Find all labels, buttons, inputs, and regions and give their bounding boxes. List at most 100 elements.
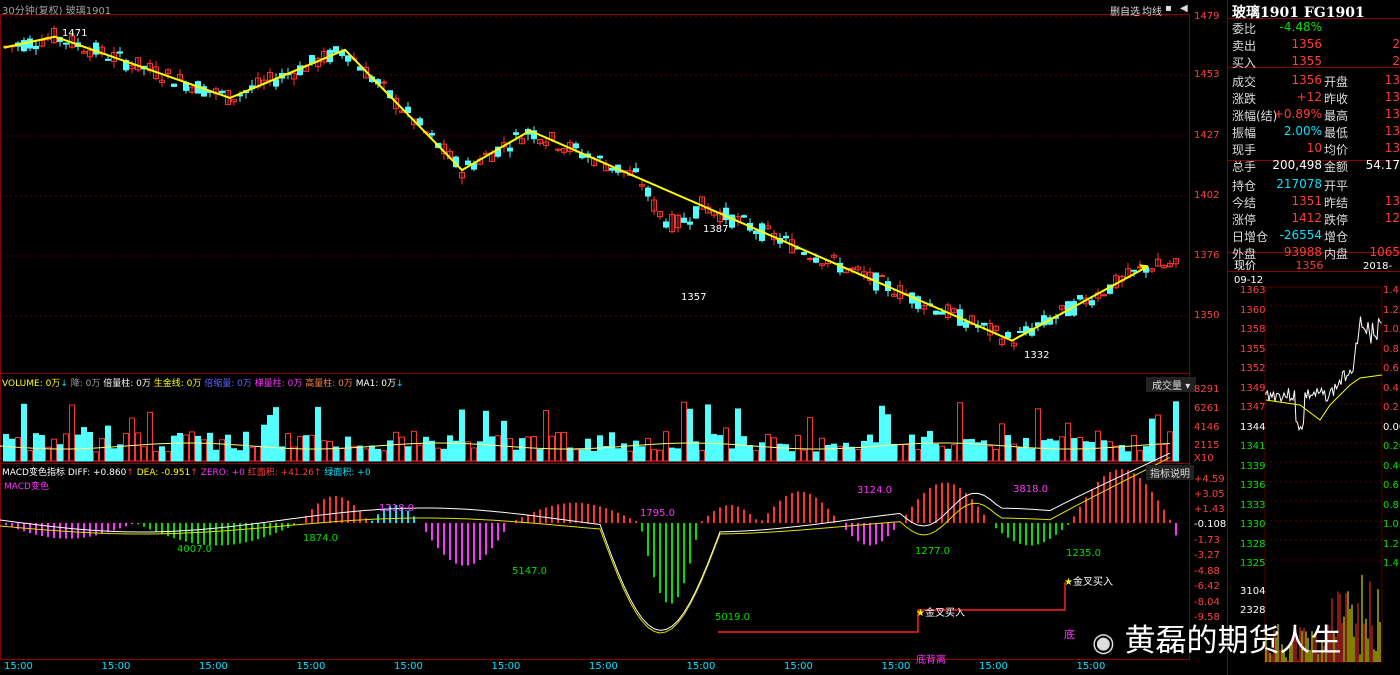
volume-bar (393, 431, 399, 462)
mini-price-tick: 1341 (1240, 441, 1266, 452)
volume-bar (309, 434, 315, 462)
quote-value: 1356 (1291, 73, 1322, 87)
panel-title: 玻璃1901 FG1901 (1232, 5, 1365, 21)
price-tick: 1427 (1194, 130, 1220, 141)
volume-bar (861, 440, 867, 462)
vol-item: MA1: 0万 (355, 379, 397, 389)
mini-pct-tick: 1.22 (1383, 304, 1400, 316)
toolbar-ma[interactable]: 均线 (1142, 3, 1162, 18)
macd-area-label: 1795.0 (640, 508, 675, 519)
price-tick: 1402 (1194, 190, 1220, 201)
quote-value: 217078 (1276, 177, 1322, 191)
volume-bar (603, 446, 609, 462)
volume-bar (951, 444, 957, 462)
volume-bar (183, 434, 189, 462)
volume-bar (687, 408, 693, 462)
candle-body (813, 257, 819, 263)
macd-tick: +1.43 (1194, 504, 1225, 515)
mini-pct-tick: 0.00 (1383, 421, 1400, 433)
volume-bar (411, 430, 417, 462)
volume-bar (273, 407, 279, 462)
price-tick: 1453 (1194, 69, 1220, 80)
mini-price-tick: 1355 (1240, 343, 1266, 355)
volume-bar (759, 442, 765, 462)
quote-row: 卖出 1356 2 (1232, 37, 1400, 53)
volume-bar (1167, 431, 1173, 462)
candle-body (465, 160, 471, 166)
mini-price-tick: 1349 (1240, 382, 1266, 394)
macd-tick: -3.27 (1194, 550, 1220, 561)
mini-pct-tick: 0.40 (1383, 460, 1400, 472)
indicator-help-button[interactable]: 指标说明 (1146, 465, 1194, 480)
volume-bar (999, 423, 1005, 462)
candle-body (1131, 269, 1137, 272)
quote-value: 2.00% (1283, 124, 1322, 138)
candle-body (1017, 330, 1023, 333)
mini-price-tick: 1336 (1240, 480, 1266, 491)
quote-key: 涨停 (1232, 213, 1257, 227)
volume-bar (279, 446, 285, 462)
volume-bar (867, 434, 873, 462)
mini-price-tick: 1358 (1240, 324, 1266, 335)
volume-bar (1023, 437, 1029, 462)
volume-bar (459, 409, 465, 462)
now-price: 1356 (1295, 259, 1324, 272)
volume-bar (969, 438, 975, 462)
candle-body (963, 321, 969, 328)
volume-bar (1029, 448, 1035, 462)
price-annotation: 1357 (681, 292, 707, 303)
volume-bar (453, 440, 459, 462)
volume-bar (1131, 434, 1137, 462)
volume-bar (663, 431, 669, 462)
quote-value: 1356 (1291, 37, 1322, 51)
toolbar-remove-watch[interactable]: 删自选 (1110, 3, 1140, 18)
volume-bar (885, 414, 891, 462)
volume-bar (387, 440, 393, 462)
volume-bar (9, 438, 15, 462)
candle-body (63, 42, 69, 45)
now-label: 现价 (1234, 259, 1256, 272)
volume-bar (471, 447, 477, 462)
volume-bar (1137, 450, 1143, 462)
volume-bar (939, 445, 945, 462)
candle-body (507, 147, 513, 152)
volume-bar (399, 436, 405, 462)
volume-bar (1095, 430, 1101, 462)
volume-bar (705, 404, 711, 462)
quote-key: 现手 (1232, 143, 1257, 157)
volume-bar (681, 401, 687, 462)
volume-bar (717, 435, 723, 462)
volume-bar (585, 438, 591, 462)
macd-area-label: 1218.0 (379, 503, 414, 514)
chart-frame (0, 14, 1190, 660)
chart-title: 30分钟(复权) 玻璃1901 (2, 2, 111, 17)
toolbar-window-icon[interactable]: ▪ (1165, 3, 1172, 14)
volume-bar (879, 405, 885, 462)
volume-bar (933, 443, 939, 462)
volume-bar (237, 450, 243, 462)
volume-bar (93, 451, 99, 462)
star-icon: ★ (916, 608, 925, 619)
candle-body (33, 45, 39, 50)
candle-body (741, 215, 747, 218)
mini-pct-tick: 1.41 (1383, 285, 1400, 296)
candle-body (171, 83, 177, 87)
volume-bar (693, 441, 699, 462)
candle-body (597, 155, 603, 159)
time-tick: 15:00 (686, 661, 716, 672)
mini-pct-tick: 1.41 (1383, 558, 1400, 569)
volume-bar (171, 435, 177, 462)
candle-body (663, 221, 669, 228)
quote-key: 跌停 (1324, 213, 1349, 227)
volume-bar (855, 449, 861, 462)
time-tick: 15:00 (979, 661, 1008, 672)
collapse-arrow-icon[interactable]: ◀ (1180, 3, 1188, 14)
macd-area-label: 1874.0 (303, 533, 338, 544)
volume-bar (123, 432, 129, 462)
indicator-selector[interactable]: 成交量 ▾ (1146, 377, 1197, 392)
quote-row: 总手 200,498 金额 54.17 (1232, 158, 1400, 174)
volume-bar (1017, 447, 1023, 462)
volume-bar (675, 448, 681, 462)
quote-key: 开盘 (1324, 75, 1349, 89)
time-tick: 15:00 (296, 661, 326, 672)
